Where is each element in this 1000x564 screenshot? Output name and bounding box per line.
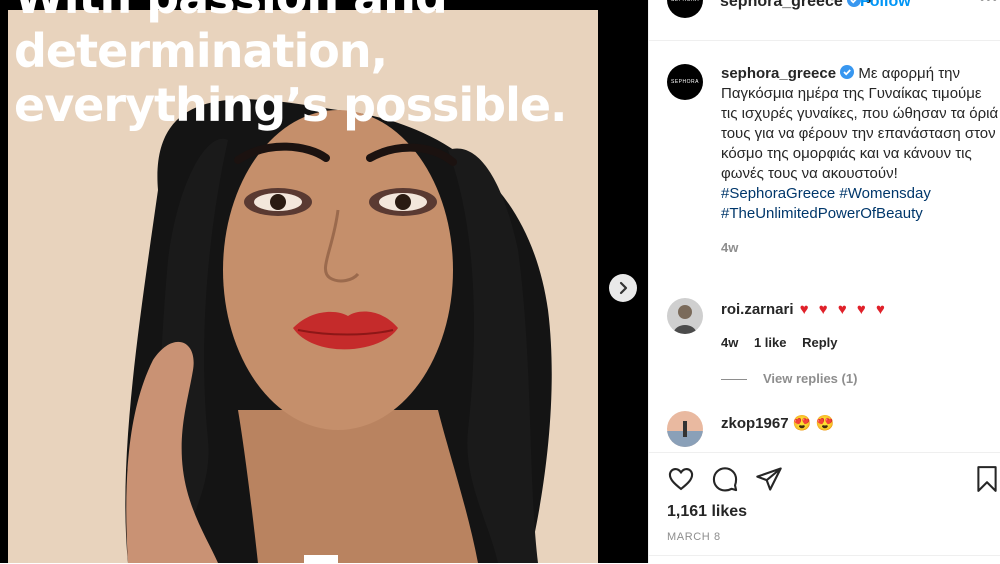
caption-avatar[interactable]: SEPHORA [667, 64, 703, 100]
comment-time: 4w [721, 335, 739, 350]
divider [649, 555, 1000, 556]
caption-hashtags: #SephoraGreece #Womensday #TheUnlimitedP… [721, 184, 1000, 224]
carousel-indicator [304, 555, 338, 563]
comment-likes[interactable]: 1 like [754, 335, 787, 350]
header-username-text: sephora_greece [720, 0, 843, 10]
comment-username[interactable]: zkop1967 [721, 415, 789, 432]
hashtag-link[interactable]: #TheUnlimitedPowerOfBeauty [721, 205, 923, 222]
comment-username[interactable]: roi.zarnari [721, 301, 794, 318]
avatar-logo-text: SEPHORA [671, 0, 699, 3]
comment-bubble-icon[interactable] [711, 465, 739, 493]
post-caption: sephora_greece Με αφορμή την Παγκόσμια η… [721, 64, 1000, 258]
replies-divider [721, 379, 747, 381]
more-icon[interactable]: ••• [979, 0, 998, 9]
post-media[interactable]: With passion and determination, everythi… [0, 0, 648, 563]
view-replies-button[interactable]: View replies (1) [721, 371, 857, 386]
post-actions: 1,161 likes MARCH 8 [649, 452, 1000, 564]
share-send-icon[interactable] [755, 465, 783, 493]
hashtag-link[interactable]: #Womensday [839, 185, 930, 202]
header-username[interactable]: sephora_greece • [720, 0, 871, 11]
post-headline: With passion and determination, everythi… [14, 0, 568, 132]
headline-line-3: everything’s possible. [14, 78, 568, 132]
caption-username[interactable]: sephora_greece [721, 65, 836, 82]
comment-item: roi.zarnari ♥ ♥ ♥ ♥ ♥ [721, 301, 888, 318]
comment-text: ♥ ♥ ♥ ♥ ♥ [799, 301, 888, 318]
comment-text: 😍 😍 [792, 415, 835, 432]
comment-item: zkop1967 😍 😍 [721, 414, 834, 432]
comment-avatar[interactable] [667, 411, 703, 447]
verified-badge-icon [840, 65, 855, 79]
view-replies-text: View replies (1) [763, 371, 858, 386]
next-media-button[interactable] [609, 274, 637, 302]
post-header: SEPHORA sephora_greece • Follow ••• [649, 0, 1000, 41]
caption-text: Με αφορμή την Παγκόσμια ημέρα της Γυναίκ… [721, 65, 999, 182]
headline-line-1: With passion and [14, 0, 567, 24]
user-photo-icon [667, 411, 703, 447]
header-avatar[interactable]: SEPHORA [667, 0, 703, 18]
comment-avatar[interactable] [667, 298, 703, 334]
chevron-right-icon [619, 281, 628, 295]
likes-count[interactable]: 1,161 likes [667, 503, 747, 521]
user-photo-icon [667, 298, 703, 334]
bookmark-icon[interactable] [974, 465, 1000, 493]
hashtag-link[interactable]: #SephoraGreece [721, 185, 835, 202]
caption-time: 4w [721, 240, 739, 255]
headline-line-2: determination, [14, 24, 388, 78]
avatar-logo-text: SEPHORA [671, 79, 699, 85]
comment-meta: 4w 1 like Reply [721, 335, 838, 350]
post-date: MARCH 8 [667, 531, 721, 543]
like-heart-icon[interactable] [667, 465, 695, 493]
post-sidebar: SEPHORA sephora_greece • Follow ••• SEPH… [648, 0, 1000, 564]
reply-button[interactable]: Reply [802, 335, 837, 350]
follow-button[interactable]: Follow [860, 0, 911, 11]
